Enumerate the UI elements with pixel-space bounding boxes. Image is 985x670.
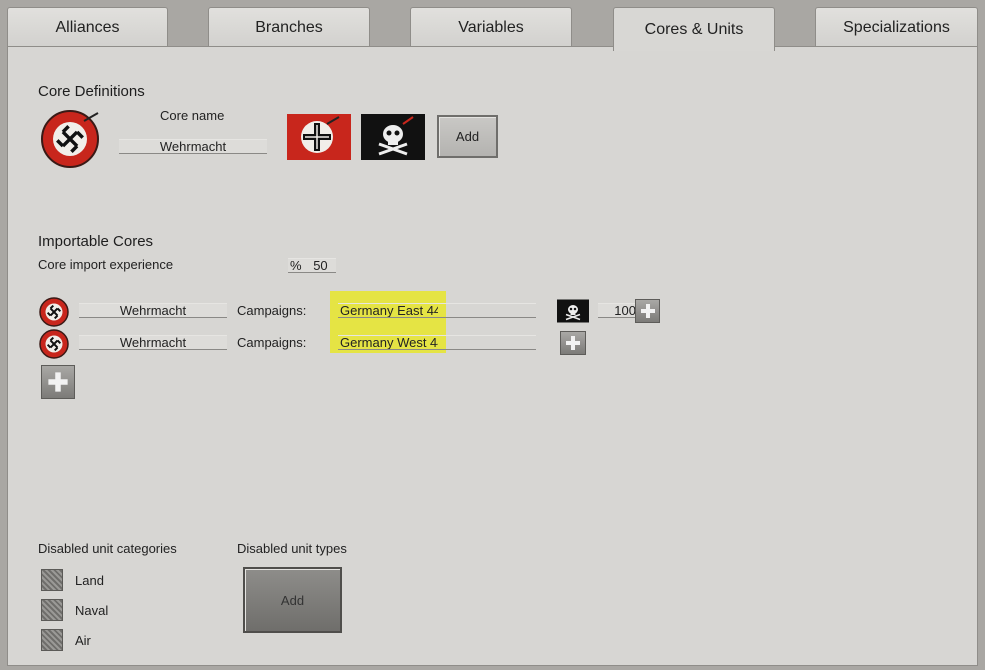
cores-units-panel: Core Definitions Core name Wehrmacht Add…	[7, 46, 978, 666]
tab-label: Branches	[255, 18, 323, 36]
add-unit-button[interactable]	[560, 331, 586, 355]
land-label: Land	[75, 573, 104, 588]
row-emblem-icon[interactable]	[39, 297, 69, 332]
land-checkbox[interactable]	[41, 569, 63, 591]
percent-sign: %	[290, 258, 302, 273]
add-core-button[interactable]: Add	[437, 115, 498, 158]
naval-checkbox[interactable]	[41, 599, 63, 621]
naval-label: Naval	[75, 603, 109, 618]
add-unit-type-label: Add	[280, 592, 305, 608]
core-definitions-title: Core Definitions	[38, 83, 145, 100]
core-import-experience-label: Core import experience	[38, 257, 174, 272]
add-core-label: Add	[455, 129, 480, 144]
tab-branches[interactable]: Branches	[208, 7, 370, 47]
air-label: Air	[75, 633, 91, 648]
tab-specializations[interactable]: Specializations	[815, 7, 978, 47]
skull-unit-icon[interactable]	[557, 299, 589, 328]
core-import-experience-field[interactable]: % 50	[288, 258, 336, 273]
campaign-value: Germany East 44	[340, 304, 438, 318]
tab-cores-units[interactable]: Cores & Units	[613, 7, 775, 51]
add-importable-core-button[interactable]	[41, 365, 75, 399]
unit-count-field[interactable]: 100	[598, 303, 636, 318]
plus-icon	[566, 336, 580, 350]
tab-label: Specializations	[843, 18, 950, 36]
importable-core-name-field[interactable]: Wehrmacht	[79, 303, 227, 318]
core-emblem-icon[interactable]	[40, 109, 100, 174]
tab-label: Alliances	[55, 18, 120, 36]
plus-icon	[640, 304, 655, 318]
tab-variables[interactable]: Variables	[410, 7, 572, 47]
iron-cross-icon[interactable]	[287, 114, 351, 165]
disabled-unit-types-title: Disabled unit types	[237, 541, 347, 556]
campaign-value: Germany West 44	[340, 336, 438, 350]
campaigns-label: Campaigns:	[237, 335, 307, 350]
row-emblem-icon[interactable]	[39, 329, 69, 364]
core-name-label: Core name	[160, 108, 225, 123]
importable-cores-title: Importable Cores	[38, 233, 154, 250]
skull-flag-icon[interactable]	[361, 114, 425, 165]
tab-alliances[interactable]: Alliances	[7, 7, 168, 47]
campaigns-label: Campaigns:	[237, 303, 307, 318]
tab-label: Variables	[458, 18, 524, 36]
experience-value: 50	[313, 258, 328, 273]
core-name-field[interactable]: Wehrmacht	[119, 139, 267, 154]
campaign-field[interactable]: Germany East 44	[338, 303, 536, 318]
campaign-field[interactable]: Germany West 44	[338, 335, 536, 350]
add-unit-button[interactable]	[635, 299, 660, 323]
add-unit-type-button[interactable]: Add	[243, 567, 342, 633]
tab-label: Cores & Units	[644, 20, 744, 38]
plus-icon	[48, 372, 68, 392]
importable-core-name-field[interactable]: Wehrmacht	[79, 335, 227, 350]
disabled-unit-categories-title: Disabled unit categories	[38, 541, 177, 556]
air-checkbox[interactable]	[41, 629, 63, 651]
